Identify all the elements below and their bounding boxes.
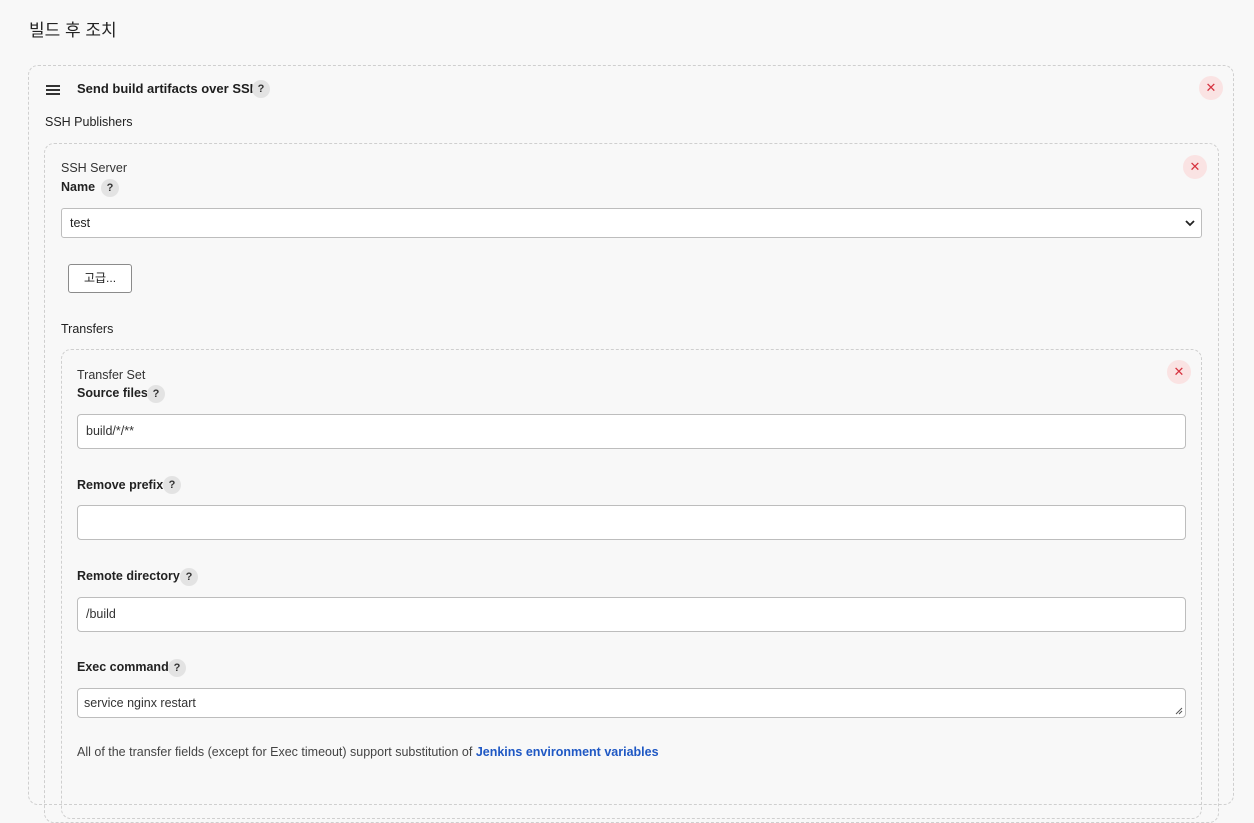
advanced-button[interactable]: 고급... <box>68 264 132 293</box>
drag-handle-icon[interactable] <box>46 85 60 95</box>
remove-transfer-set-button[interactable]: ✕ <box>1167 360 1191 384</box>
ssh-publishers-label: SSH Publishers <box>45 115 133 129</box>
server-name-help-icon[interactable]: ? <box>101 179 119 197</box>
remove-server-button[interactable]: ✕ <box>1183 155 1207 179</box>
server-name-value: test <box>70 216 91 230</box>
exec-command-label: Exec command <box>77 660 169 674</box>
source-files-input[interactable]: build/*/** <box>77 414 1186 449</box>
chevron-down-icon <box>1185 220 1195 227</box>
source-files-help-icon[interactable]: ? <box>147 385 165 403</box>
remove-prefix-label: Remove prefix <box>77 478 164 492</box>
remote-directory-help-icon[interactable]: ? <box>180 568 198 586</box>
exec-command-textarea[interactable]: service nginx restart <box>77 688 1186 718</box>
step-help-icon[interactable]: ? <box>252 80 270 98</box>
env-vars-link[interactable]: Jenkins environment variables <box>476 745 659 759</box>
remote-directory-input[interactable]: /build <box>77 597 1186 632</box>
remote-directory-label: Remote directory <box>77 569 180 583</box>
source-files-label: Source files <box>77 386 148 400</box>
server-name-label: Name <box>61 180 96 194</box>
ssh-server-heading: SSH Server <box>61 161 127 175</box>
exec-command-value: service nginx restart <box>84 696 196 710</box>
server-name-select[interactable]: test <box>61 208 1202 238</box>
remove-prefix-help-icon[interactable]: ? <box>163 476 181 494</box>
section-title: 빌드 후 조치 <box>29 21 117 40</box>
remove-prefix-input[interactable] <box>77 505 1186 540</box>
step-title: Send build artifacts over SSH <box>77 81 260 96</box>
remove-step-button[interactable]: ✕ <box>1199 76 1223 100</box>
resize-grip-icon[interactable] <box>1175 707 1183 715</box>
exec-command-help-icon[interactable]: ? <box>168 659 186 677</box>
env-vars-note: All of the transfer fields (except for E… <box>77 745 659 759</box>
env-vars-note-text: All of the transfer fields (except for E… <box>77 745 476 759</box>
transfer-set-heading: Transfer Set <box>77 368 146 382</box>
transfers-label: Transfers <box>61 322 114 336</box>
